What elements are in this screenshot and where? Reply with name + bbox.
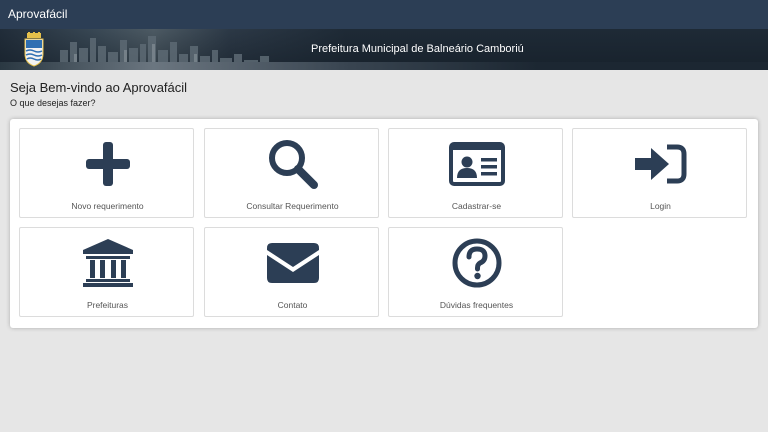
- tile-duvidas-frequentes[interactable]: Dúvidas frequentes: [388, 227, 563, 317]
- plus-icon: [85, 142, 130, 186]
- envelope-icon: [266, 243, 319, 283]
- question-circle-icon: [452, 238, 501, 288]
- bank-icon: [82, 239, 133, 287]
- tile-label: Prefeituras: [86, 300, 129, 310]
- tile-label: Cadastrar-se: [451, 201, 502, 211]
- sign-in-icon: [634, 144, 686, 184]
- header-banner: Prefeitura Municipal de Balneário Cambor…: [0, 29, 768, 70]
- municipal-crest-icon: [24, 32, 44, 67]
- tile-novo-requerimento[interactable]: Novo requerimento: [19, 128, 194, 218]
- tile-label: Consultar Requerimento: [246, 201, 339, 211]
- tile-label: Dúvidas frequentes: [439, 300, 514, 310]
- tile-prefeituras[interactable]: Prefeituras: [19, 227, 194, 317]
- tile-label: Novo requerimento: [71, 201, 144, 211]
- actions-panel: Novo requerimento Consultar Requerimento…: [10, 119, 758, 328]
- page-subtitle: O que desejas fazer?: [10, 98, 96, 108]
- tile-label: Contato: [277, 300, 308, 310]
- banner-title: Prefeitura Municipal de Balneário Cambor…: [311, 43, 524, 55]
- tile-cadastrar-se[interactable]: Cadastrar-se: [388, 128, 563, 218]
- tile-label: Login: [650, 201, 671, 211]
- app-title-bar: Aprovafácil: [0, 0, 768, 29]
- id-card-icon: [448, 142, 505, 186]
- page-title: Seja Bem-vindo ao Aprovafácil: [10, 80, 188, 95]
- tile-login[interactable]: Login: [572, 128, 747, 218]
- search-icon: [268, 140, 318, 189]
- tile-consultar-requerimento[interactable]: Consultar Requerimento: [204, 128, 379, 218]
- app-title[interactable]: Aprovafácil: [8, 7, 67, 21]
- tile-contato[interactable]: Contato: [204, 227, 379, 317]
